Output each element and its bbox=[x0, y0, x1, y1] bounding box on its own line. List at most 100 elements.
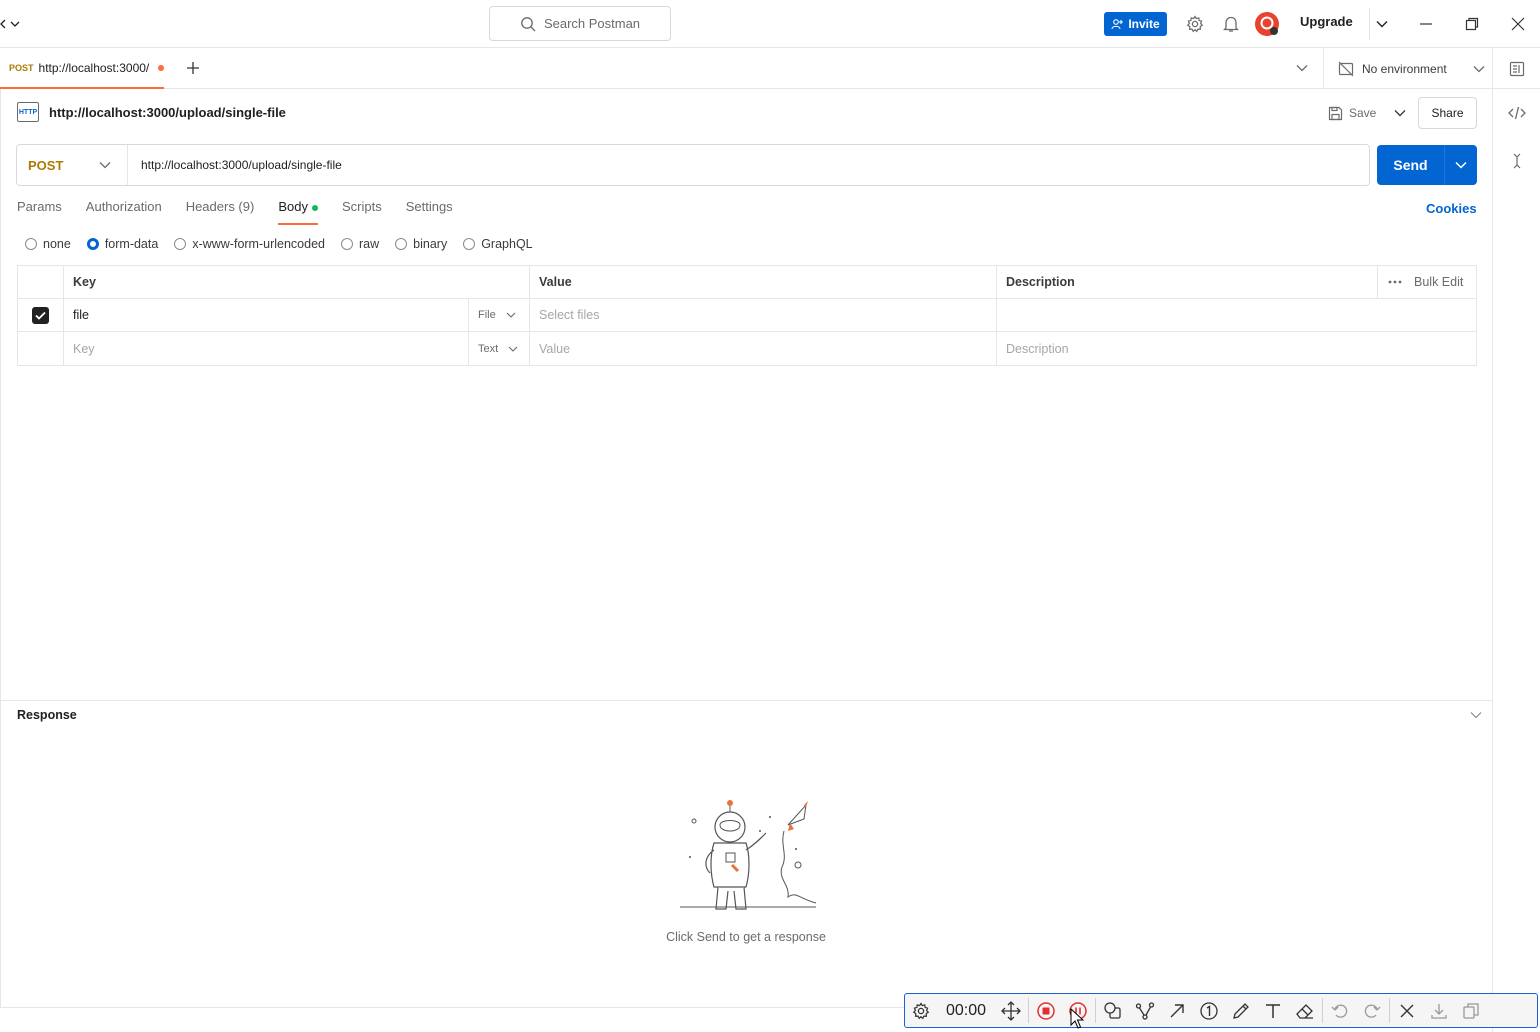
upgrade-button[interactable]: Upgrade bbox=[1300, 14, 1353, 29]
radio-label: form-data bbox=[104, 237, 159, 251]
invite-button[interactable]: Invite bbox=[1104, 12, 1167, 36]
radio-circle[interactable] bbox=[25, 238, 37, 250]
back-chevron-icon[interactable] bbox=[0, 16, 22, 32]
restore-window-icon[interactable] bbox=[1462, 14, 1482, 34]
table-header-row: Key Value Description bbox=[18, 266, 1476, 299]
cancel-recording-icon[interactable] bbox=[1391, 994, 1423, 1027]
save-button[interactable]: Save bbox=[1328, 100, 1406, 126]
row-checkbox-empty bbox=[18, 332, 64, 365]
select-files-input[interactable]: Select files bbox=[530, 299, 997, 331]
recorder-timer: 00:00 bbox=[945, 1001, 987, 1019]
body-indicator-dot-icon bbox=[311, 205, 318, 211]
download-icon[interactable] bbox=[1423, 994, 1455, 1027]
minimize-icon[interactable] bbox=[1416, 14, 1436, 34]
add-user-icon bbox=[1111, 18, 1124, 30]
undo-icon[interactable] bbox=[1324, 994, 1356, 1027]
environment-selector[interactable]: No environment bbox=[1338, 48, 1485, 89]
move-toolbar-icon[interactable] bbox=[995, 994, 1027, 1027]
method-select[interactable]: POST bbox=[17, 145, 128, 185]
radio-graphql[interactable]: GraphQL bbox=[463, 237, 533, 251]
bulk-edit-button[interactable]: Bulk Edit bbox=[1414, 275, 1463, 289]
environment-label: No environment bbox=[1362, 61, 1447, 76]
divider bbox=[1323, 48, 1324, 89]
radio-circle[interactable] bbox=[174, 238, 187, 250]
environment-quick-look-icon[interactable] bbox=[1507, 59, 1527, 79]
method-label: POST bbox=[28, 157, 64, 173]
recorder-settings-icon[interactable] bbox=[905, 994, 937, 1027]
notifications-bell-icon[interactable] bbox=[1220, 13, 1242, 35]
tabs-overflow-chevron-icon[interactable] bbox=[1293, 60, 1311, 76]
search-input[interactable]: Search Postman bbox=[489, 6, 671, 41]
avatar[interactable] bbox=[1254, 11, 1280, 37]
tab-label: Scripts bbox=[341, 199, 382, 214]
path-tool-icon[interactable] bbox=[1129, 994, 1161, 1027]
upgrade-dropdown-chevron-icon[interactable] bbox=[1373, 16, 1391, 32]
step-number-tool-icon[interactable] bbox=[1193, 994, 1225, 1027]
more-options-icon[interactable] bbox=[1388, 280, 1402, 284]
close-window-icon[interactable] bbox=[1508, 14, 1528, 34]
tab-settings[interactable]: Settings bbox=[406, 199, 453, 225]
tab-label: Settings bbox=[405, 199, 453, 214]
mouse-cursor-icon bbox=[1070, 1008, 1084, 1030]
response-divider[interactable] bbox=[0, 700, 1492, 701]
right-context-bar bbox=[1492, 89, 1540, 1032]
tab-params[interactable]: Params bbox=[17, 199, 62, 225]
arrow-tool-icon[interactable] bbox=[1161, 994, 1193, 1027]
request-tab[interactable]: POST http://localhost:3000/upload/single… bbox=[0, 48, 164, 89]
value-placeholder: Value bbox=[539, 341, 571, 356]
row-checkbox[interactable] bbox=[18, 299, 64, 331]
radio-binary[interactable]: binary bbox=[395, 237, 447, 251]
type-select[interactable]: Text bbox=[469, 332, 530, 365]
tab-label: Body bbox=[278, 199, 308, 214]
settings-gear-icon[interactable] bbox=[1184, 13, 1206, 35]
eraser-tool-icon[interactable] bbox=[1289, 994, 1321, 1027]
description-input[interactable]: Description bbox=[997, 332, 1476, 365]
send-dropdown-chevron-icon[interactable] bbox=[1445, 161, 1477, 169]
description-input[interactable] bbox=[997, 299, 1476, 331]
url-input[interactable]: http://localhost:3000/upload/single-file bbox=[128, 158, 342, 172]
key-input[interactable]: Key bbox=[64, 332, 469, 365]
toolbar-separator bbox=[1095, 998, 1096, 1023]
redo-icon[interactable] bbox=[1356, 994, 1388, 1027]
value-input[interactable]: Value bbox=[530, 332, 997, 365]
new-tab-plus-icon[interactable] bbox=[183, 58, 203, 78]
tab-body[interactable]: Body bbox=[278, 199, 318, 225]
checkbox-checked-icon[interactable] bbox=[32, 306, 49, 324]
search-icon bbox=[520, 16, 536, 32]
save-label: Save bbox=[1349, 106, 1377, 120]
header-label: Value bbox=[539, 275, 572, 289]
key-value: file bbox=[73, 308, 89, 322]
request-title-text[interactable]: http://localhost:3000/upload/single-file bbox=[49, 105, 286, 120]
tab-authorization[interactable]: Authorization bbox=[86, 199, 162, 225]
collapse-arrows-icon[interactable] bbox=[1507, 151, 1527, 171]
response-collapse-chevron-icon[interactable] bbox=[1470, 711, 1482, 719]
radio-label: none bbox=[43, 237, 71, 251]
shapes-tool-icon[interactable] bbox=[1097, 994, 1129, 1027]
method-chevron-icon bbox=[99, 161, 111, 169]
toolbar-separator bbox=[1389, 998, 1390, 1023]
save-dropdown-chevron-icon[interactable] bbox=[1394, 109, 1406, 117]
bulk-edit-area: Bulk Edit bbox=[1377, 266, 1463, 298]
radio-none[interactable]: none bbox=[25, 237, 71, 251]
type-select[interactable]: File bbox=[469, 299, 530, 331]
radio-circle[interactable] bbox=[341, 238, 353, 250]
pen-tool-icon[interactable] bbox=[1225, 994, 1257, 1027]
radio-form-data[interactable]: form-data bbox=[86, 237, 159, 251]
radio-circle-selected[interactable] bbox=[86, 238, 99, 250]
key-input[interactable]: file bbox=[64, 299, 469, 331]
radio-raw[interactable]: raw bbox=[341, 237, 379, 251]
code-snippet-icon[interactable] bbox=[1507, 103, 1527, 123]
cookies-link[interactable]: Cookies bbox=[1426, 201, 1477, 216]
share-button[interactable]: Share bbox=[1418, 97, 1477, 129]
copy-icon[interactable] bbox=[1455, 994, 1487, 1027]
stop-recording-icon[interactable] bbox=[1030, 994, 1062, 1027]
search-placeholder: Search Postman bbox=[543, 16, 641, 31]
radio-x-www-form-urlencoded[interactable]: x-www-form-urlencoded bbox=[174, 237, 325, 251]
tab-scripts[interactable]: Scripts bbox=[342, 199, 382, 225]
send-button[interactable]: Send bbox=[1377, 145, 1477, 185]
text-tool-icon[interactable] bbox=[1257, 994, 1289, 1027]
radio-circle[interactable] bbox=[463, 238, 476, 250]
divider bbox=[1492, 48, 1493, 89]
radio-circle[interactable] bbox=[395, 238, 408, 250]
tab-headers[interactable]: Headers (9) bbox=[186, 199, 255, 225]
